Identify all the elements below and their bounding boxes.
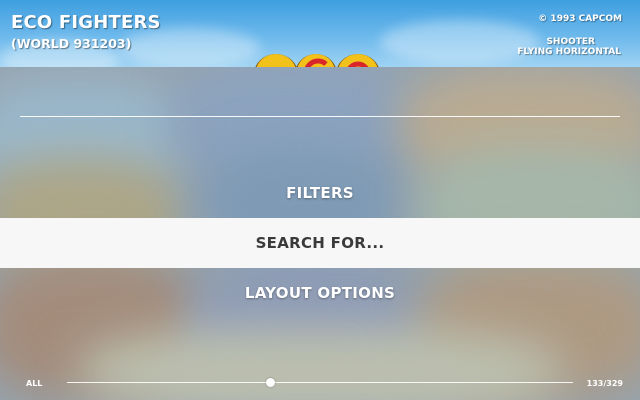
front-end-screen: ECO FIGHTERS (WORLD 931203) © 1993 CAPCO… [0, 0, 640, 400]
game-list-position-slider[interactable] [67, 376, 573, 390]
filter-label: ALL [26, 379, 43, 388]
menu-item-filters[interactable]: FILTERS [0, 168, 640, 218]
logo-letter-o-icon [337, 54, 379, 67]
cloud [380, 20, 540, 64]
game-title: ECO FIGHTERS [11, 12, 161, 33]
cloud [120, 28, 260, 67]
slider-track[interactable] [67, 382, 573, 383]
game-subgenre: FLYING HORIZONTAL [517, 47, 621, 57]
game-info-header: ECO FIGHTERS (WORLD 931203) © 1993 CAPCO… [0, 0, 640, 67]
logo-letter-c-icon [296, 54, 336, 67]
logo-letter-e-icon [255, 54, 297, 67]
game-logo [255, 54, 379, 67]
game-position-counter: 133/329 [586, 379, 623, 388]
game-version: (WORLD 931203) [11, 36, 132, 51]
menu-item-layout-options[interactable]: LAYOUT OPTIONS [0, 268, 640, 318]
menu-divider [20, 116, 620, 117]
slider-thumb[interactable] [266, 378, 276, 387]
game-copyright: © 1993 CAPCOM [538, 14, 622, 24]
menu-item-search-for[interactable]: SEARCH FOR... [0, 218, 640, 268]
